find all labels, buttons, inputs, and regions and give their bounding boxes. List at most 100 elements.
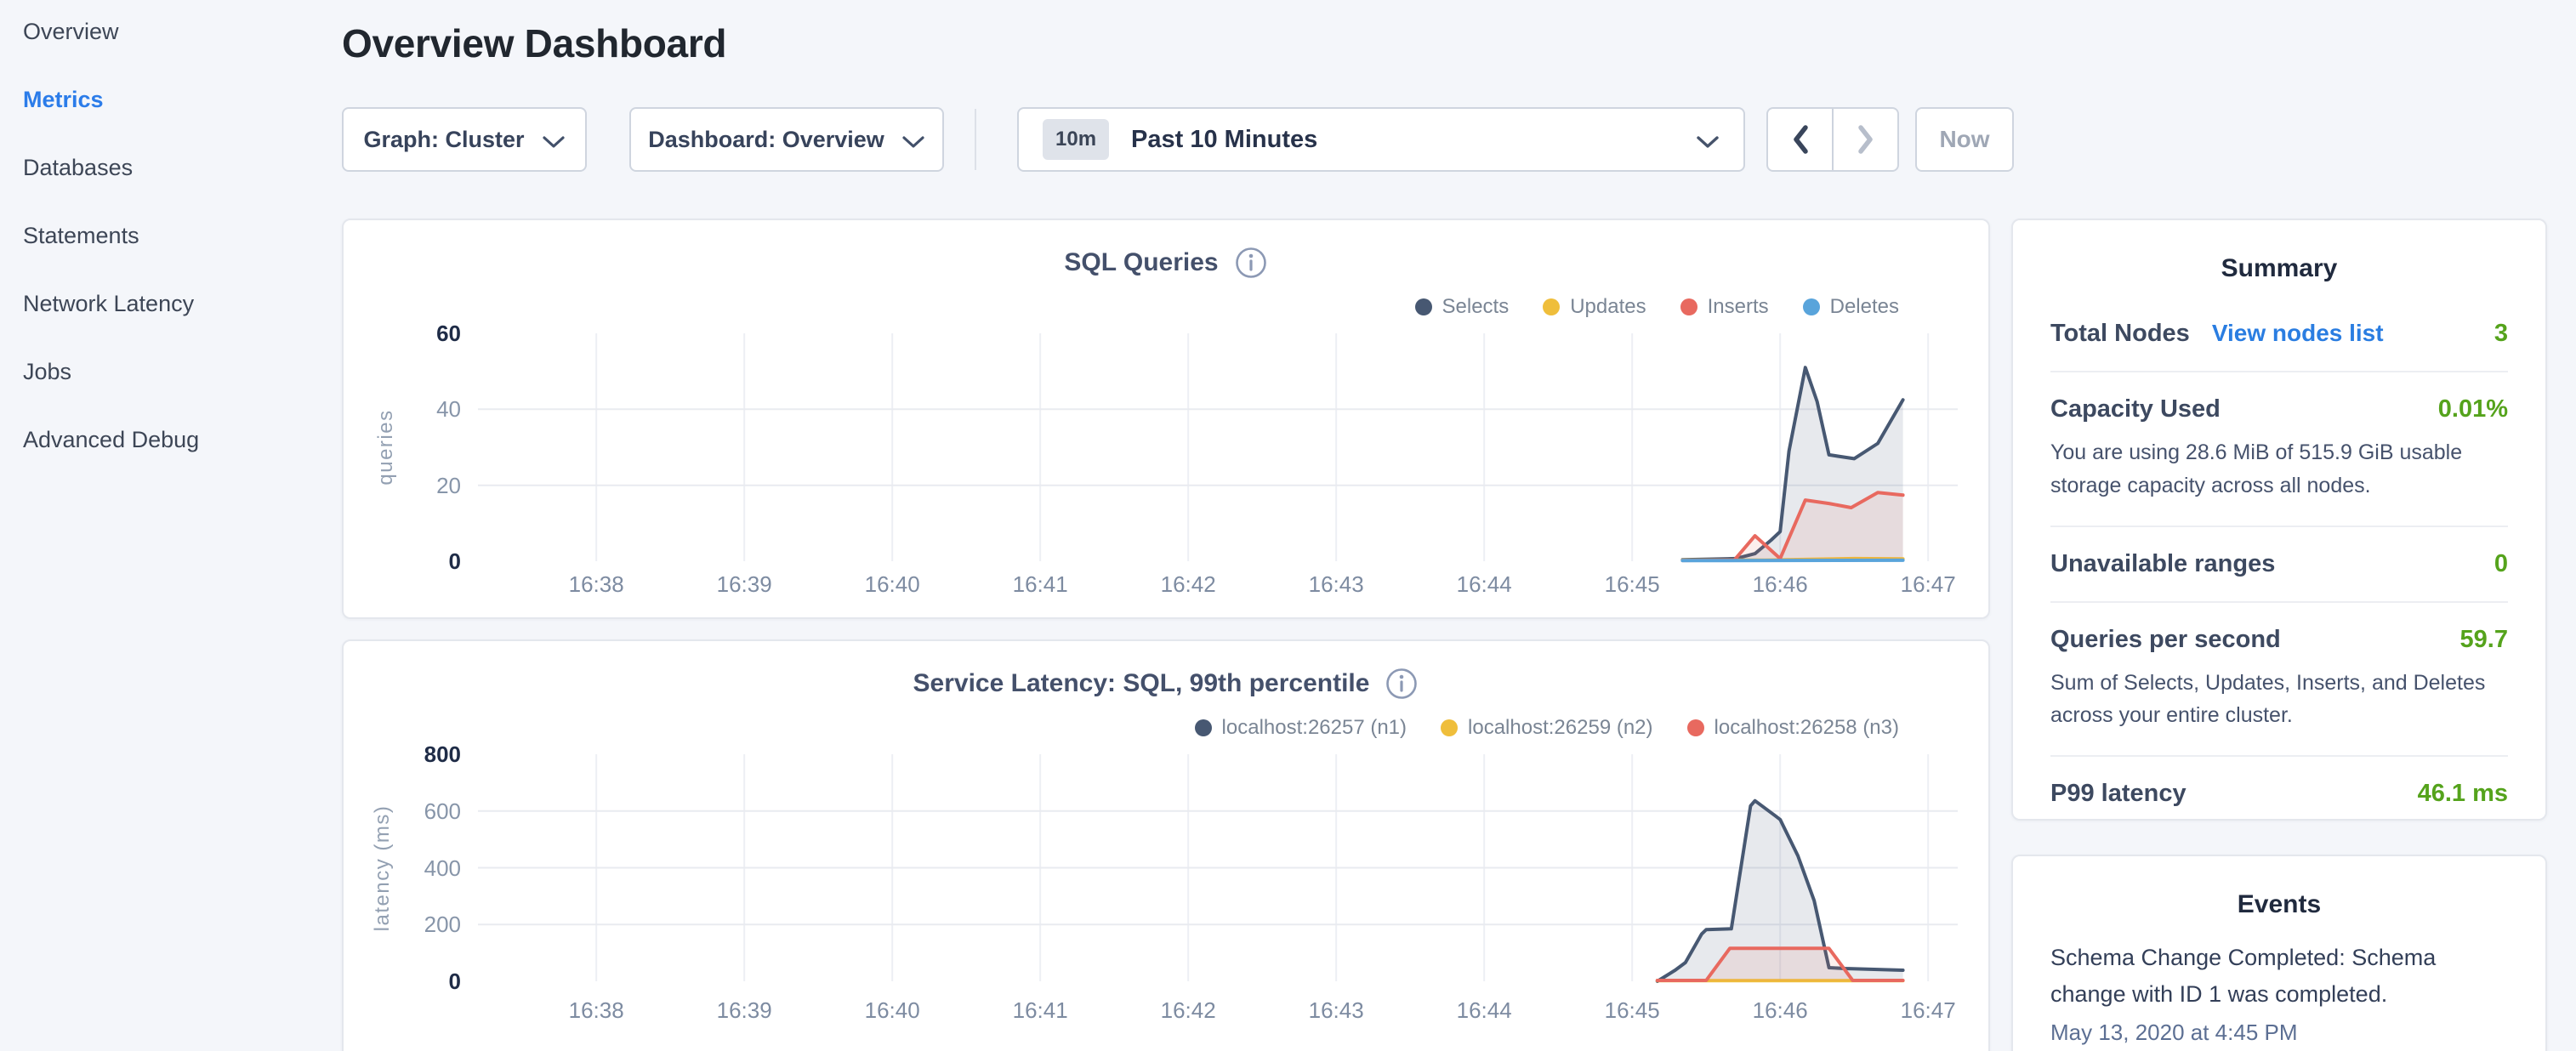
legend-item: Inserts (1680, 295, 1769, 319)
graph-dropdown[interactable]: Graph: Cluster (342, 107, 587, 172)
time-range-selector[interactable]: 10m Past 10 Minutes (1017, 107, 1745, 172)
summary-row-head: Capacity Used 0.01% (2050, 395, 2508, 423)
x-axis-tick-label: 16:45 (1572, 571, 1692, 598)
summary-row: Capacity Used 0.01% You are using 28.6 MiB… (2050, 371, 2508, 526)
event-message: Schema Change Completed: Schema change w… (2050, 940, 2508, 1013)
x-axis-tick-label: 16:38 (537, 997, 656, 1024)
service-latency-chart-card: Service Latency: SQL, 99th percentile lo… (342, 639, 1990, 1051)
chart-legend: Selects Updates Inserts Deletes (1415, 295, 1900, 319)
y-axis-title: latency (ms) (367, 741, 399, 996)
dashboard-dropdown[interactable]: Dashboard: Overview (629, 107, 944, 172)
legend-dot (1680, 298, 1697, 315)
summary-row-head: Unavailable ranges 0 (2050, 550, 2508, 578)
time-range-badge: 10m (1043, 119, 1109, 160)
legend-label: Updates (1570, 295, 1646, 319)
time-step-buttons (1766, 107, 1899, 172)
dashboard-dropdown-label: Dashboard: Overview (648, 127, 884, 153)
summary-rows: Total Nodes View nodes list 3 Capacity Used… (2050, 297, 2508, 831)
events-panel-inner: Events Schema Change Completed: Schema c… (2013, 890, 2545, 1051)
x-axis-tick-label: 16:47 (1868, 571, 1987, 598)
chevron-down-icon (1696, 135, 1720, 149)
sidebar-item-network-latency[interactable]: Network Latency (23, 287, 340, 321)
sidebar-item-statements[interactable]: Statements (23, 219, 340, 253)
legend-item: localhost:26258 (n3) (1687, 716, 1899, 740)
x-axis-tick-label: 16:41 (981, 997, 1100, 1024)
event-item[interactable]: Schema Change Completed: Schema change w… (2050, 933, 2508, 1051)
x-axis-tick-label: 16:46 (1720, 997, 1840, 1024)
chart-title-row: Service Latency: SQL, 99th percentile (344, 667, 1988, 701)
sidebar-item-databases[interactable]: Databases (23, 151, 340, 185)
chevron-right-icon (1857, 124, 1875, 155)
sidebar-item-overview[interactable]: Overview (23, 14, 340, 48)
sidebar-item-metrics[interactable]: Metrics (23, 82, 340, 116)
legend-label: localhost:26257 (n1) (1222, 716, 1407, 740)
summary-row: Unavailable ranges 0 (2050, 526, 2508, 601)
x-axis-tick-label: 16:44 (1424, 997, 1544, 1024)
summary-row-label: Total Nodes (2050, 320, 2190, 348)
summary-row-link[interactable]: View nodes list (2212, 320, 2384, 347)
sidebar-item-jobs[interactable]: Jobs (23, 355, 340, 389)
x-axis-tick-label: 16:41 (981, 571, 1100, 598)
app-root: Overview Metrics Databases Statements Networ… (0, 0, 2576, 1051)
summary-row-label: Queries per second (2050, 626, 2281, 654)
legend-item: localhost:26259 (n2) (1441, 716, 1652, 740)
summary-row: P99 latency46.1 ms (2050, 755, 2508, 831)
legend-dot (1415, 298, 1432, 315)
x-axis-tick-label: 16:47 (1868, 997, 1987, 1024)
summary-row-value: 0 (2494, 550, 2508, 578)
summary-row: Total Nodes View nodes list 3 (2050, 297, 2508, 371)
legend-dot (1803, 298, 1820, 315)
x-axis-tick-label: 16:42 (1129, 997, 1248, 1024)
graph-dropdown-label: Graph: Cluster (363, 127, 524, 153)
chevron-down-icon (542, 135, 566, 149)
x-axis-tick-label: 16:39 (685, 571, 804, 598)
event-timestamp: May 13, 2020 at 4:45 PM (2050, 1020, 2508, 1046)
chart-plot-area[interactable] (478, 754, 1958, 981)
x-axis-tick-label: 16:43 (1277, 997, 1396, 1024)
events-list: Schema Change Completed: Schema change w… (2050, 933, 2508, 1051)
now-button[interactable]: Now (1915, 107, 2014, 172)
chart-plot-area[interactable] (478, 333, 1958, 561)
x-axis-tick-label: 16:40 (833, 571, 952, 598)
info-icon[interactable] (1234, 246, 1268, 280)
chevron-down-icon (901, 135, 925, 149)
legend-item: Updates (1543, 295, 1646, 319)
summary-row-label: Capacity Used (2050, 395, 2221, 423)
x-axis-tick-label: 16:46 (1720, 571, 1840, 598)
chart-title-row: SQL Queries (344, 246, 1988, 280)
summary-row-value: 0.01% (2438, 395, 2508, 423)
legend-item: localhost:26257 (n1) (1195, 716, 1407, 740)
summary-row-label: P99 latency (2050, 780, 2186, 808)
legend-item: Selects (1415, 295, 1510, 319)
summary-row-description: Sum of Selects, Updates, Inserts, and De… (2050, 667, 2508, 733)
summary-row-label: Unavailable ranges (2050, 550, 2275, 578)
legend-label: Selects (1442, 295, 1510, 319)
info-icon[interactable] (1385, 667, 1419, 701)
page-title: Overview Dashboard (342, 20, 726, 66)
legend-label: localhost:26258 (n3) (1714, 716, 1899, 740)
summary-row: Queries per second 59.7 Sum of Selects, Up… (2050, 601, 2508, 756)
sql-queries-chart-card: SQL Queries Selects Updates Inserts Deletes… (342, 219, 1990, 619)
legend-label: Deletes (1830, 295, 1899, 319)
time-range-label: Past 10 Minutes (1131, 126, 1317, 154)
chart-title: Service Latency: SQL, 99th percentile (913, 669, 1370, 698)
summary-row-description: You are using 28.6 MiB of 515.9 GiB usab… (2050, 436, 2508, 503)
next-time-button[interactable] (1832, 109, 1897, 170)
summary-panel: Summary Total Nodes View nodes list 3 Capac… (2011, 219, 2547, 821)
legend-label: localhost:26259 (n2) (1468, 716, 1652, 740)
chart-legend: localhost:26257 (n1) localhost:26259 (n2)… (1195, 716, 1899, 740)
summary-row-value: 59.7 (2460, 626, 2508, 654)
events-panel: Events Schema Change Completed: Schema c… (2011, 855, 2547, 1051)
x-axis-tick-label: 16:39 (685, 997, 804, 1024)
chart-title: SQL Queries (1064, 248, 1218, 277)
toolbar-divider (975, 109, 976, 170)
legend-dot (1687, 719, 1704, 736)
y-axis-title: queries (370, 320, 402, 575)
chevron-left-icon (1791, 124, 1810, 155)
prev-time-button[interactable] (1768, 109, 1832, 170)
summary-title: Summary (2050, 254, 2508, 283)
x-axis-tick-label: 16:45 (1572, 997, 1692, 1024)
summary-row-value: 3 (2494, 320, 2508, 348)
sidebar-item-advanced-debug[interactable]: Advanced Debug (23, 423, 340, 457)
x-axis-tick-label: 16:42 (1129, 571, 1248, 598)
